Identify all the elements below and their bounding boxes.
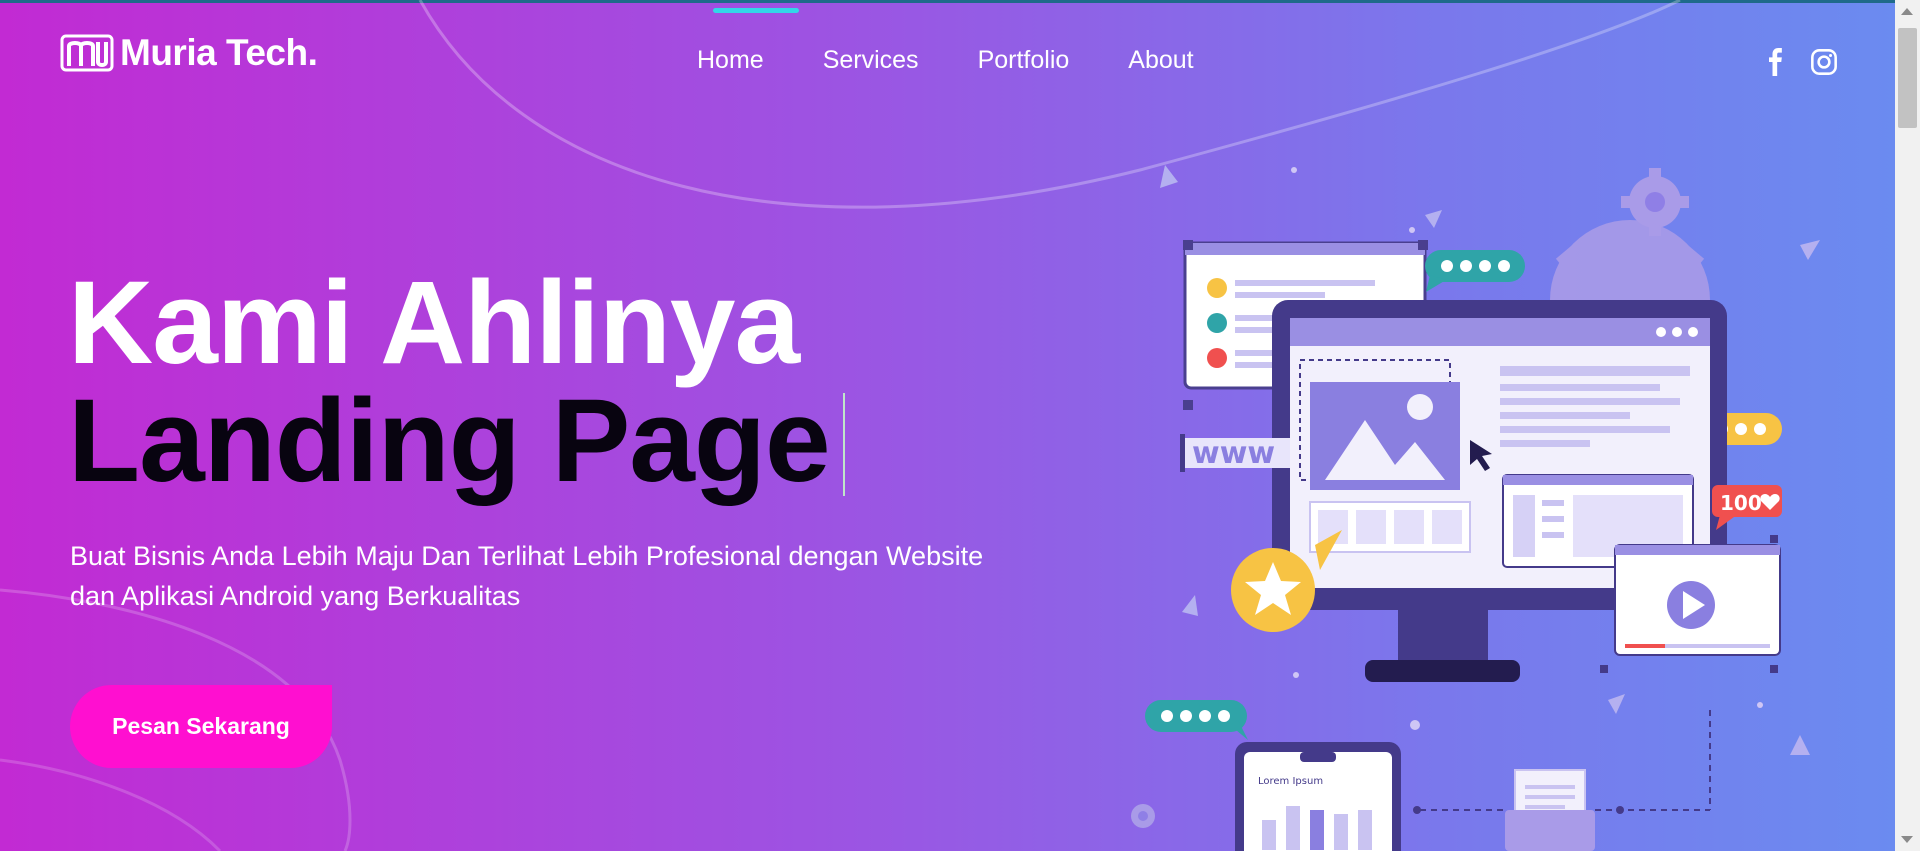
nav-active-indicator bbox=[713, 8, 799, 13]
brand-logo[interactable]: Muria Tech. bbox=[60, 32, 318, 74]
hero-title-line1: Kami Ahlinya bbox=[68, 257, 800, 389]
triangle-deco-icon bbox=[1800, 240, 1820, 260]
scroll-up-icon[interactable] bbox=[1901, 8, 1913, 15]
typing-cursor bbox=[843, 393, 845, 496]
browser-top-line bbox=[0, 0, 1920, 3]
order-now-button[interactable]: Pesan Sekarang bbox=[70, 685, 332, 768]
muria-logo-icon bbox=[60, 34, 114, 72]
facebook-icon[interactable] bbox=[1762, 48, 1790, 76]
triangle-deco-icon bbox=[1160, 165, 1178, 188]
triangle-deco-icon bbox=[1425, 210, 1442, 228]
scroll-down-icon[interactable] bbox=[1901, 836, 1913, 843]
hero-subtitle-line1: Buat Bisnis Anda Lebih Maju Dan Terlihat… bbox=[70, 541, 984, 571]
hero-subtitle: Buat Bisnis Anda Lebih Maju Dan Terlihat… bbox=[70, 536, 1070, 616]
hero-title-line2: Landing Page bbox=[68, 375, 831, 507]
web-development-illustration: www 100 Lorem Ipsum bbox=[1131, 165, 1820, 851]
brand-name: Muria Tech. bbox=[120, 32, 318, 73]
hero-subtitle-line2: dan Aplikasi Android yang Berkualitas bbox=[70, 581, 521, 611]
phone-label: Lorem Ipsum bbox=[1258, 776, 1323, 787]
scrollbar-thumb[interactable] bbox=[1898, 28, 1917, 128]
nav-item-services[interactable]: Services bbox=[823, 46, 919, 75]
instagram-icon[interactable] bbox=[1810, 48, 1838, 76]
nav-item-portfolio[interactable]: Portfolio bbox=[978, 46, 1070, 75]
triangle-deco-icon bbox=[1182, 595, 1198, 616]
nav-item-home[interactable]: Home bbox=[697, 46, 764, 75]
main-nav: Home Services Portfolio About bbox=[697, 46, 1194, 75]
www-label: www bbox=[1192, 436, 1275, 471]
gear-icon bbox=[1131, 804, 1155, 828]
likes-counter: 100 bbox=[1720, 491, 1762, 515]
triangle-deco-icon bbox=[1790, 735, 1810, 755]
gear-icon bbox=[1550, 220, 1710, 300]
triangle-deco-icon bbox=[1608, 694, 1625, 714]
nav-item-about[interactable]: About bbox=[1128, 46, 1193, 75]
